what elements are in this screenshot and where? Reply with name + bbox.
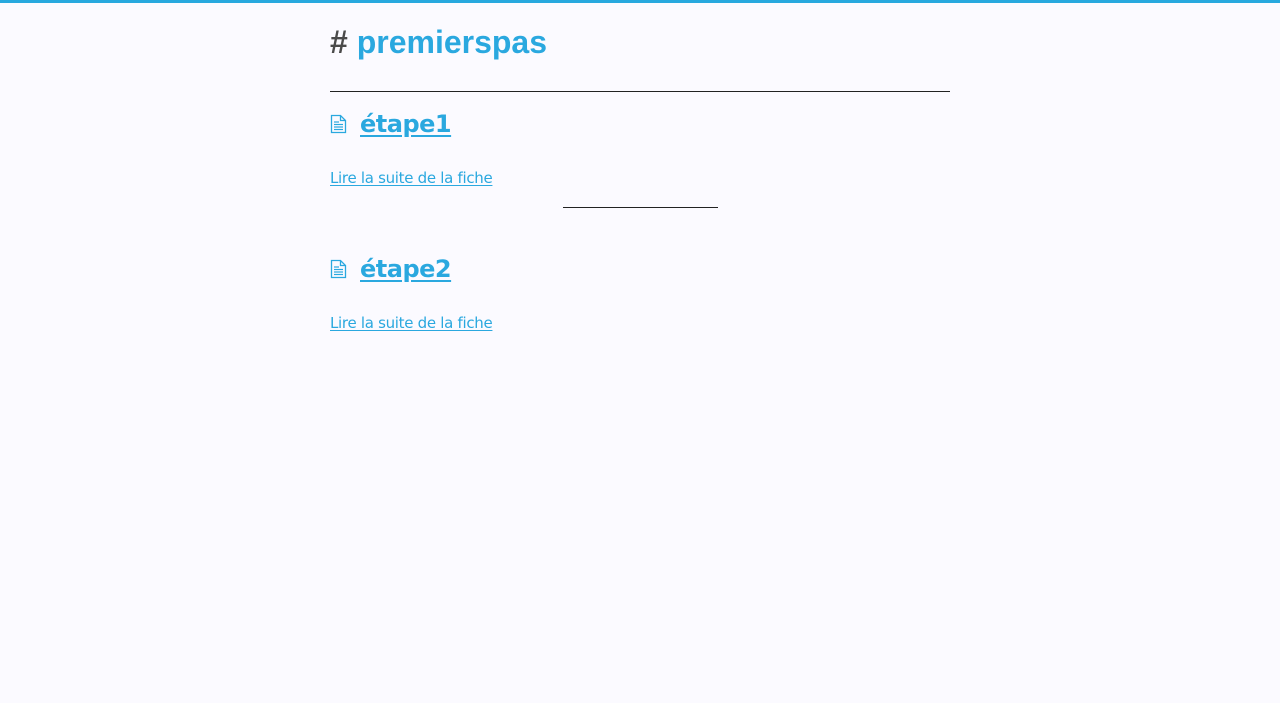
top-accent-bar <box>0 0 1280 3</box>
read-more-link[interactable]: Lire la suite de la fiche <box>330 168 493 188</box>
entry-title-link[interactable]: étape2 <box>360 253 452 285</box>
page-title: # premierspas <box>330 22 547 62</box>
tag-name: premierspas <box>356 24 548 60</box>
title-divider <box>330 91 950 92</box>
hash-symbol: # <box>330 24 348 60</box>
read-more-link[interactable]: Lire la suite de la fiche <box>330 313 493 333</box>
entry-separator <box>563 207 718 208</box>
document-icon <box>330 259 347 279</box>
entry-title-link[interactable]: étape1 <box>360 108 452 140</box>
document-icon <box>330 114 347 134</box>
